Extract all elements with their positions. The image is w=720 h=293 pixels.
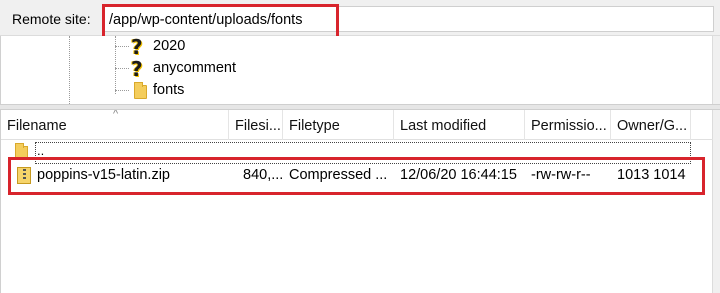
folder-icon	[131, 81, 149, 101]
question-folder-icon: ?	[131, 57, 143, 81]
remote-file-list[interactable]: Filename ^ Filesi... Filetype Last modif…	[0, 110, 713, 293]
parent-directory-label: ..	[37, 143, 45, 158]
vertical-scrollbar[interactable]	[712, 36, 720, 293]
focus-rectangle	[35, 142, 691, 164]
cell-filetype: Compressed ...	[289, 167, 388, 183]
remote-site-bar: Remote site: /app/wp-content/uploads/fon…	[0, 0, 720, 36]
tree-item-label: anycomment	[153, 60, 237, 76]
cell-permissions: -rw-rw-r--	[531, 167, 591, 183]
cell-filename: poppins-v15-latin.zip	[37, 167, 170, 183]
question-folder-icon: ?	[131, 35, 143, 59]
column-permissions[interactable]: Permissio...	[525, 110, 611, 140]
column-last-modified[interactable]: Last modified	[394, 110, 525, 140]
column-filesize[interactable]: Filesi...	[229, 110, 283, 140]
column-filename[interactable]: Filename ^	[1, 110, 229, 140]
remote-path-input[interactable]: /app/wp-content/uploads/fonts	[102, 6, 714, 32]
column-filetype[interactable]: Filetype	[283, 110, 394, 140]
zip-file-icon	[17, 167, 31, 184]
tree-item-label: 2020	[153, 38, 186, 54]
cell-last-modified: 12/06/20 16:44:15	[400, 167, 517, 183]
table-row[interactable]: poppins-v15-latin.zip 840,... Compressed…	[1, 162, 713, 188]
remote-directory-tree[interactable]: ? 2020 ? anycomment fonts	[0, 36, 712, 104]
remote-site-label: Remote site:	[12, 11, 91, 27]
column-owner-group[interactable]: Owner/G...	[611, 110, 691, 140]
tree-guide-line	[69, 36, 70, 104]
file-list-header: Filename ^ Filesi... Filetype Last modif…	[1, 110, 713, 140]
cell-owner-group: 1013 1014	[617, 167, 686, 183]
tree-item-2020[interactable]: ? 2020	[115, 36, 315, 58]
tree-item-anycomment[interactable]: ? anycomment	[115, 58, 315, 80]
tree-item-fonts[interactable]: fonts	[115, 80, 315, 102]
tree-item-label: fonts	[153, 82, 185, 98]
folder-icon	[15, 143, 28, 160]
cell-filesize: 840,...	[243, 167, 283, 183]
sort-up-icon: ^	[113, 110, 119, 120]
